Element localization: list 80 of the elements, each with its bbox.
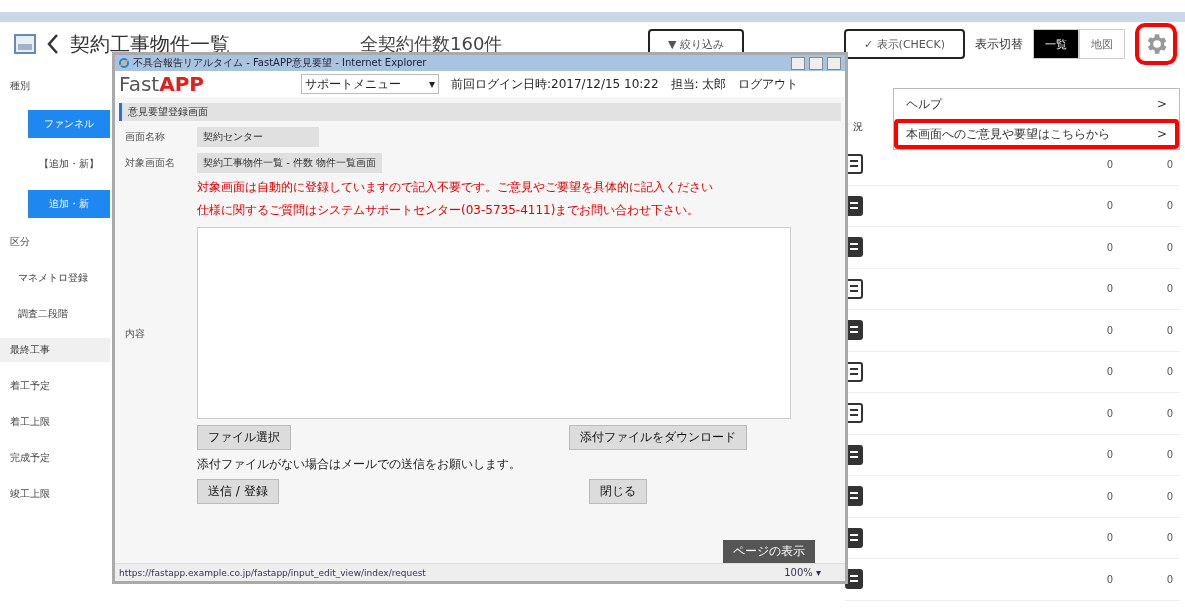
document-icon[interactable] xyxy=(845,444,863,465)
document-icon[interactable] xyxy=(845,486,863,507)
table-cell-text: 0 xyxy=(1165,366,1173,378)
table-cell-text: 0 xyxy=(1165,241,1173,253)
document-icon[interactable] xyxy=(845,195,863,216)
sidebar-item[interactable]: 【追加・新】 xyxy=(28,150,110,178)
table-cell-text: 0 xyxy=(1105,449,1113,461)
table-cell-text: 0 xyxy=(1165,532,1173,544)
table-cell-text: 0 xyxy=(1165,200,1173,212)
sidebar-heading: 最終工事 xyxy=(0,338,110,362)
sidebar-item[interactable]: 調査二段階 xyxy=(0,302,110,326)
notice-text: 仕様に関するご質問はシステムサポートセンター(03-5735-4111)までお問い合わせ下さい。 xyxy=(197,202,701,219)
menu-item[interactable]: ヘルプ > xyxy=(894,89,1179,119)
status-url: https://fastapp.example.co.jp/fastapp/input_edit_view/index/request xyxy=(119,567,426,578)
table-cell-text: 0 xyxy=(1105,158,1113,170)
menu-select[interactable]: サポートメニュー ▾ xyxy=(301,74,439,94)
table-cell-text: 0 xyxy=(1165,283,1173,295)
table-cell-text: 0 xyxy=(1165,324,1173,336)
table-cell-text: 0 xyxy=(1105,324,1113,336)
table-cell-text: 0 xyxy=(1105,200,1113,212)
field-value: 契約工事物件一覧 - 件数 物件一覧画面 xyxy=(197,153,383,173)
table-cell-text: 0 xyxy=(1105,283,1113,295)
sidebar-item[interactable]: マネメトロ登録 xyxy=(0,266,110,290)
menu-item[interactable]: 本画面へのご意見や要望はこちらから > xyxy=(894,119,1179,149)
content-field[interactable] xyxy=(197,227,791,419)
window-title: 不具合報告リアルタイム - FastAPP意見要望 - Internet Explorer xyxy=(133,56,428,70)
view-toggle[interactable]: 地図 xyxy=(1079,29,1125,59)
document-icon[interactable] xyxy=(845,527,863,548)
zoom-level[interactable]: 100% ▾ xyxy=(784,567,821,578)
sidebar-heading: 竣工上限 xyxy=(9,487,51,501)
table-cell-text: 0 xyxy=(1105,241,1113,253)
document-icon[interactable] xyxy=(845,237,863,258)
sidebar-heading: 完成予定 xyxy=(9,451,51,465)
last-login: 前回ログイン日時:2017/12/15 10:22 xyxy=(451,75,659,93)
table-cell-text: 0 xyxy=(1165,490,1173,502)
record-count: 全契約件数160件 xyxy=(360,32,503,56)
section-header: 意見要望登録画面 xyxy=(119,103,841,121)
logout-link[interactable]: ログアウト xyxy=(738,75,799,93)
file-note: 添付ファイルがない場合はメールでの送信をお願いします。 xyxy=(197,456,522,473)
sidebar-item[interactable]: 追加・新 xyxy=(28,190,110,218)
sidebar-heading: 種別 xyxy=(9,79,31,93)
table-cell-text: 0 xyxy=(1105,573,1113,585)
document-icon[interactable] xyxy=(845,569,863,590)
sidebar-heading: 区分 xyxy=(9,235,31,249)
sidebar-heading: 着工上限 xyxy=(9,415,51,429)
field-label: 画面名称 xyxy=(125,130,166,144)
document-icon[interactable] xyxy=(845,403,863,424)
download-button[interactable]: 添付ファイルをダウンロード xyxy=(569,425,747,450)
app-icon xyxy=(14,34,36,54)
table-cell-text: 0 xyxy=(1165,407,1173,419)
table-cell-text: 0 xyxy=(1105,407,1113,419)
view-label: 表示切替 xyxy=(975,35,1023,53)
user-name: 担当: 太郎 xyxy=(670,75,727,93)
table-cell-text: 0 xyxy=(1105,366,1113,378)
sidebar-heading: 着工予定 xyxy=(9,379,51,393)
field-value: 契約センター xyxy=(197,127,319,147)
table-cell-text: 0 xyxy=(1165,158,1173,170)
logo: FastAPP xyxy=(119,72,205,96)
close-dialog-button[interactable]: 閉じる xyxy=(589,479,647,504)
submit-button[interactable]: 送信 / 登録 xyxy=(197,479,279,504)
back-icon[interactable] xyxy=(46,33,60,55)
browser-icon xyxy=(119,58,129,68)
settings-button[interactable] xyxy=(1135,23,1177,65)
document-icon[interactable] xyxy=(845,278,863,299)
table-cell-text: 0 xyxy=(1105,490,1113,502)
view-toggle[interactable]: 一覧 xyxy=(1033,29,1079,59)
table-cell-text: 0 xyxy=(1105,532,1113,544)
document-icon[interactable] xyxy=(845,361,863,382)
document-icon[interactable] xyxy=(845,154,863,175)
field-label: 対象画面名 xyxy=(125,156,176,170)
page-button[interactable]: ページの表示 xyxy=(723,540,815,563)
table-cell-text: 0 xyxy=(1165,573,1173,585)
file-button[interactable]: ファイル選択 xyxy=(197,425,291,450)
notice-text: 対象画面は自動的に登録していますので記入不要です。ご意見やご要望を具体的に記入ください xyxy=(197,179,714,196)
field-label: 内容 xyxy=(125,327,146,341)
table-cell-text: 0 xyxy=(1165,449,1173,461)
check-button[interactable]: ✓ 表示(CHECK) xyxy=(843,29,965,59)
document-icon[interactable] xyxy=(845,320,863,341)
sidebar-item[interactable]: ファンネル xyxy=(28,110,110,138)
column-header: 況 xyxy=(853,120,864,134)
